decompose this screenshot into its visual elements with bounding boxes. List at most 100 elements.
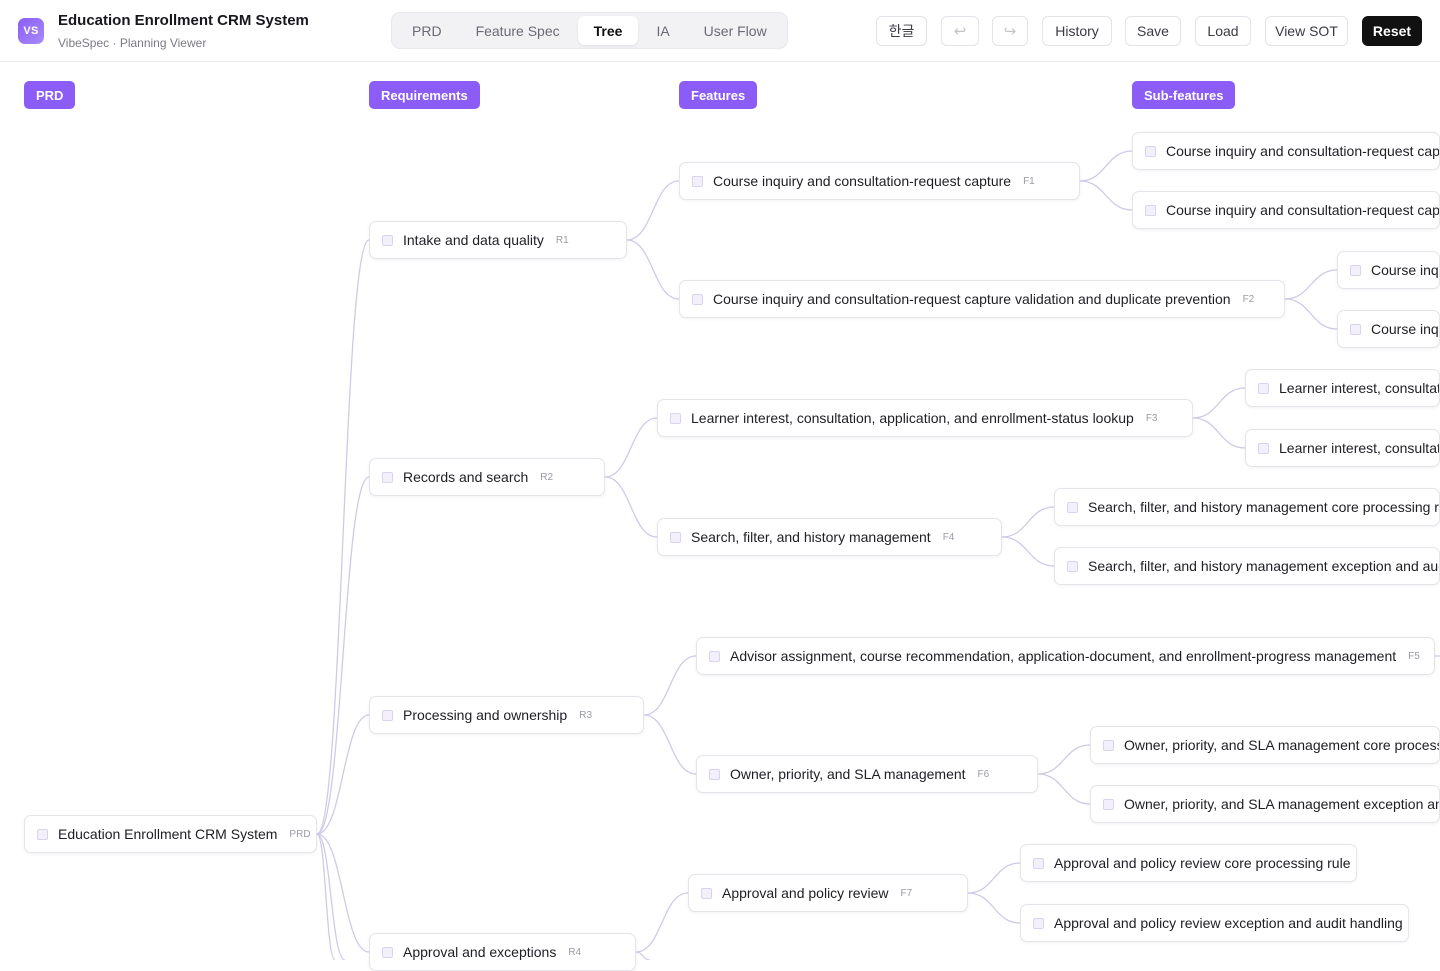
node-label: Intake and data quality — [403, 232, 544, 248]
tree-node-feature[interactable]: Advisor assignment, course recommendatio… — [696, 637, 1435, 675]
reset-button[interactable]: Reset — [1362, 16, 1422, 46]
node-tag: R1 — [555, 234, 569, 246]
tree-node-subfeature[interactable]: Approval and policy review exception and… — [1020, 904, 1409, 942]
undo-button[interactable]: ↩ — [941, 16, 979, 46]
node-tag: F4 — [942, 531, 955, 543]
tree-edge — [1284, 269, 1338, 300]
node-tag: F1 — [1023, 175, 1035, 187]
node-checkbox[interactable] — [1033, 857, 1044, 869]
tree-edge — [1037, 744, 1091, 775]
node-label: Owner, priority, and SLA management — [730, 766, 966, 782]
tree-node-feature[interactable]: Course inquiry and consultation-request … — [679, 280, 1285, 318]
tree-edge — [604, 476, 658, 538]
node-checkbox[interactable] — [1067, 560, 1078, 572]
node-checkbox[interactable] — [1350, 323, 1361, 335]
tree-edge — [967, 862, 1021, 894]
tree-node-subfeature[interactable]: Owner, priority, and SLA management exce… — [1090, 785, 1440, 823]
node-checkbox[interactable] — [692, 293, 703, 305]
node-label: Learner interest, consultation — [1279, 380, 1440, 396]
node-checkbox[interactable] — [1350, 264, 1361, 276]
tree-node-subfeature[interactable]: Approval and policy review core processi… — [1020, 844, 1357, 882]
tree-edge — [643, 655, 697, 716]
node-tag: F7 — [900, 887, 913, 899]
tree-node-feature[interactable]: Course inquiry and consultation-request … — [679, 162, 1080, 200]
tab-user-flow[interactable]: User Flow — [688, 16, 783, 45]
node-checkbox[interactable] — [701, 887, 712, 899]
node-checkbox[interactable] — [382, 471, 393, 483]
node-label: Search, filter, and history management c… — [1088, 499, 1440, 515]
tree-node-subfeature[interactable]: Search, filter, and history management e… — [1054, 547, 1440, 585]
node-checkbox[interactable] — [1103, 739, 1114, 751]
view-tabs: PRD Feature Spec Tree IA User Flow — [391, 12, 788, 49]
tree-edge — [1001, 536, 1055, 567]
tree-node-feature[interactable]: Owner, priority, and SLA management F6 — [696, 755, 1038, 793]
node-checkbox[interactable] — [709, 650, 720, 662]
tree-node-subfeature[interactable]: Course inquiry — [1337, 251, 1440, 289]
tab-tree[interactable]: Tree — [577, 16, 639, 45]
language-toggle-button[interactable]: 한글 — [876, 16, 927, 46]
node-label: Search, filter, and history management e… — [1088, 558, 1440, 574]
tab-prd[interactable]: PRD — [396, 16, 458, 45]
node-label: Course inquiry and consultation-request … — [713, 291, 1231, 307]
tree-node-root[interactable]: Education Enrollment CRM System PRD — [24, 815, 317, 853]
tree-node-subfeature[interactable]: Course inquiry and consultation-request … — [1132, 132, 1440, 170]
node-tag: F6 — [977, 768, 990, 780]
tree-edge — [1001, 506, 1055, 538]
node-label: Education Enrollment CRM System — [58, 826, 278, 842]
node-checkbox[interactable] — [1103, 798, 1114, 810]
node-checkbox[interactable] — [382, 946, 393, 958]
tree-node-subfeature[interactable]: Learner interest, consultation — [1245, 429, 1440, 467]
node-label: Approval and policy review exception and… — [1054, 915, 1403, 931]
tree-node-requirement[interactable]: Approval and exceptions R4 — [369, 933, 636, 971]
tab-ia[interactable]: IA — [640, 16, 685, 45]
tree-node-feature[interactable]: Learner interest, consultation, applicat… — [657, 399, 1193, 437]
tree-node-subfeature[interactable]: Owner, priority, and SLA management core… — [1090, 726, 1440, 764]
node-checkbox[interactable] — [1033, 917, 1044, 929]
tree-edge — [316, 239, 370, 835]
column-header-features: Features — [679, 81, 758, 109]
tree-edge — [626, 239, 680, 300]
history-button[interactable]: History — [1042, 16, 1112, 46]
node-label: Learner interest, consultation, applicat… — [691, 410, 1134, 426]
tree-node-requirement[interactable]: Records and search R2 — [369, 458, 605, 496]
node-checkbox[interactable] — [670, 531, 681, 543]
app-logo: VS — [18, 18, 44, 44]
node-label: Records and search — [403, 469, 529, 485]
tree-node-subfeature[interactable]: Search, filter, and history management c… — [1054, 488, 1440, 526]
node-label: Course inquiry — [1371, 262, 1439, 278]
tree-edge — [1192, 417, 1246, 449]
save-button[interactable]: Save — [1125, 16, 1181, 46]
column-header-sub-features: Sub-features — [1132, 81, 1236, 109]
node-checkbox[interactable] — [382, 709, 393, 721]
node-checkbox[interactable] — [1145, 204, 1156, 216]
node-label: Approval and exceptions — [403, 944, 557, 960]
tree-node-requirement[interactable]: Processing and ownership R3 — [369, 696, 644, 734]
tree-node-requirement[interactable]: Intake and data quality R1 — [369, 221, 627, 259]
node-label: Course inquiry — [1371, 321, 1439, 337]
node-checkbox[interactable] — [37, 828, 48, 840]
node-tag: R3 — [579, 709, 593, 721]
tree-edge — [316, 833, 370, 953]
node-checkbox[interactable] — [709, 768, 720, 780]
node-checkbox[interactable] — [1258, 442, 1269, 454]
tree-node-subfeature[interactable]: Course inquiry — [1337, 310, 1440, 348]
tree-node-subfeature[interactable]: Learner interest, consultation — [1245, 369, 1440, 407]
node-checkbox[interactable] — [670, 412, 681, 424]
node-label: Owner, priority, and SLA management core… — [1124, 737, 1440, 753]
node-checkbox[interactable] — [692, 175, 703, 187]
node-checkbox[interactable] — [1145, 145, 1156, 157]
tree-node-subfeature[interactable]: Course inquiry and consultation-request … — [1132, 191, 1440, 229]
tree-edge — [1079, 150, 1133, 182]
node-checkbox[interactable] — [1258, 382, 1269, 394]
view-sot-button[interactable]: View SOT — [1265, 16, 1348, 46]
tree-node-feature[interactable]: Approval and policy review F7 — [688, 874, 968, 912]
tab-feature-spec[interactable]: Feature Spec — [460, 16, 576, 45]
node-checkbox[interactable] — [382, 234, 393, 246]
node-checkbox[interactable] — [1067, 501, 1078, 513]
tree-edge — [626, 180, 680, 241]
redo-button[interactable]: ↪ — [992, 16, 1028, 46]
node-tag: R2 — [540, 471, 554, 483]
tree-edge — [316, 833, 336, 960]
load-button[interactable]: Load — [1195, 16, 1251, 46]
tree-node-feature[interactable]: Search, filter, and history management F… — [657, 518, 1002, 556]
